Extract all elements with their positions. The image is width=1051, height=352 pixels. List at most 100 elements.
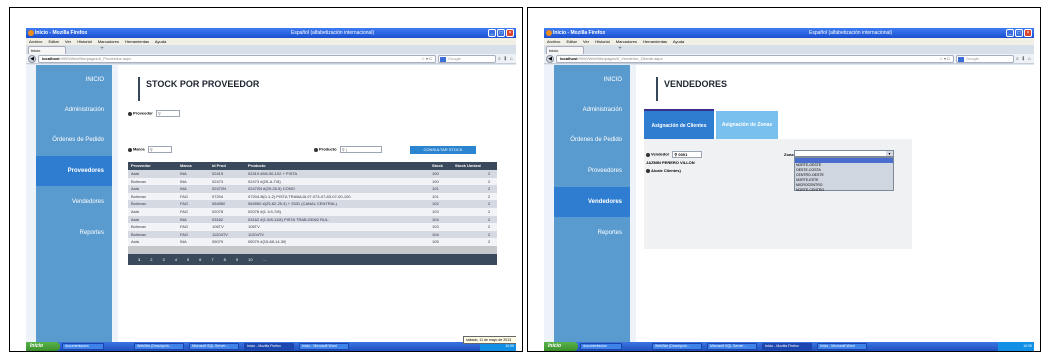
- minimize-button[interactable]: _: [1006, 29, 1014, 37]
- pager-page[interactable]: 6: [199, 257, 201, 262]
- sidebar-item-administracion[interactable]: Administración: [36, 95, 112, 125]
- table-row[interactable]: Bohman FAG 11204TV 11204TV 104 2: [128, 230, 497, 239]
- language-indicator[interactable]: Español (alfabetización internacional): [291, 28, 374, 38]
- task-word[interactable]: Inicio - Microsoft Word: [817, 343, 867, 350]
- table-row[interactable]: Bohman FAG 07204 07204-B(0-1-2) PISTA TRABA…: [128, 192, 497, 201]
- menu-editar[interactable]: Editar: [48, 39, 58, 44]
- new-tab-icon[interactable]: +: [616, 46, 624, 53]
- task-word[interactable]: Inicio - Microsoft Word: [299, 343, 349, 350]
- new-tab-icon[interactable]: +: [98, 46, 106, 53]
- vendedor-input[interactable]: ⚲ 0001: [672, 151, 703, 158]
- menu-ver[interactable]: Ver: [65, 39, 71, 44]
- close-button[interactable]: ×: [506, 29, 514, 37]
- menu-marcadores[interactable]: Marcadores: [616, 39, 637, 44]
- task-website[interactable]: WebSite (Descripció...: [652, 343, 702, 350]
- sidebar-item-inicio[interactable]: INICIO: [554, 65, 630, 95]
- table-row[interactable]: Asisi INA 02472N 02472N #(29-25.5) CONO 101 2: [128, 185, 497, 193]
- sidebar-item-proveedores[interactable]: Proveedores: [36, 156, 112, 186]
- menu-archivo[interactable]: Archivo: [547, 39, 560, 44]
- sidebar-item-vendedores[interactable]: Vendedores: [554, 187, 630, 217]
- pager-page[interactable]: 8: [224, 257, 226, 262]
- col-stock[interactable]: Stock: [432, 162, 443, 170]
- producto-radio[interactable]: [314, 147, 318, 152]
- menu-historial[interactable]: Historial: [77, 39, 91, 44]
- pager-page[interactable]: ...: [263, 257, 266, 262]
- url-bar[interactable]: localhost:9999/WebSite/pages/II_Vendedor…: [556, 55, 954, 63]
- search-input[interactable]: Google: [956, 55, 1014, 63]
- sidebar-item-vendedores[interactable]: Vendedores: [36, 187, 112, 217]
- task-sqlserver[interactable]: Microsoft SQL Server ...: [189, 343, 239, 350]
- tab-inicio[interactable]: Inicio: [546, 46, 584, 54]
- sidebar-item-administracion[interactable]: Administración: [554, 95, 630, 125]
- sidebar-item-inicio[interactable]: INICIO: [36, 65, 112, 95]
- marca-input[interactable]: ⚲: [147, 146, 172, 153]
- start-button[interactable]: Inicio: [544, 342, 578, 351]
- url-bar[interactable]: localhost:9999/WebSite/pages/II_Proveedo…: [38, 55, 436, 63]
- tab-asignacion-clientes[interactable]: Asignación de Clientes: [644, 109, 714, 139]
- proveedor-input[interactable]: ⚲: [155, 110, 180, 117]
- task-website[interactable]: WebSite (Descripció...: [134, 343, 184, 350]
- task-documentacion[interactable]: documentacion: [580, 343, 622, 350]
- table-row[interactable]: Asisi FAG 02078 02078 #(1 1/4-7/8) 103 2: [128, 207, 497, 216]
- table-row[interactable]: Asisi INA 02419 02419 #D8-90-102 + PISTA 100…: [128, 170, 497, 178]
- pager-page[interactable]: 7: [211, 257, 213, 262]
- col-marca[interactable]: Marca: [180, 162, 192, 170]
- col-proveedor[interactable]: Proveedor: [131, 162, 151, 170]
- task-firefox[interactable]: Inicio - Mozilla Firefox: [762, 343, 812, 350]
- proveedor-radio[interactable]: [128, 111, 132, 116]
- pager-page[interactable]: 1: [138, 257, 140, 262]
- menu-marcadores[interactable]: Marcadores: [98, 39, 119, 44]
- back-arrow-icon[interactable]: ◀: [28, 55, 36, 63]
- col-producto[interactable]: Producto: [248, 162, 266, 170]
- table-row[interactable]: Bohman FAG 064550 064550 #(25-62-25.4) + 33…: [128, 200, 497, 208]
- menu-ver[interactable]: Ver: [583, 39, 589, 44]
- maximize-button[interactable]: □: [497, 29, 505, 37]
- table-row[interactable]: Asisi INA 03162 03162 #(1.5/8-11/8) PISTA T…: [128, 215, 497, 224]
- reload-icon[interactable]: ☆ ▾ C: [421, 56, 432, 62]
- pager-page[interactable]: 5: [187, 257, 189, 262]
- table-row[interactable]: Bohman INA 02473 02473 #(25-A-T/8) 100 2: [128, 177, 497, 186]
- toolbar-icons[interactable]: ⌕⬇⌂: [1016, 55, 1034, 63]
- zona-select[interactable]: ▾: [794, 150, 894, 157]
- vendedor-radio[interactable]: [646, 152, 650, 157]
- marca-radio[interactable]: [128, 147, 132, 152]
- menu-ayuda[interactable]: Ayuda: [155, 39, 166, 44]
- alcance-radio[interactable]: [646, 168, 650, 173]
- col-idprod[interactable]: Id Prod: [212, 162, 226, 170]
- task-sqlserver[interactable]: Microsoft SQL Server ...: [707, 343, 757, 350]
- menu-herramientas[interactable]: Herramientas: [125, 39, 149, 44]
- task-documentacion[interactable]: documentacion: [62, 343, 104, 350]
- pager-page[interactable]: 3: [162, 257, 164, 262]
- chevron-down-icon[interactable]: ▾: [886, 151, 893, 156]
- pager-page[interactable]: 4: [175, 257, 177, 262]
- col-stock-umbral[interactable]: Stock Umbral: [455, 162, 481, 170]
- toolbar-icons[interactable]: ⌕⬇⌂: [498, 55, 516, 63]
- consultar-stock-button[interactable]: CONSULTAR STOCK: [410, 146, 476, 154]
- back-arrow-icon[interactable]: ◀: [546, 55, 554, 63]
- sidebar-item-reportes[interactable]: Reportes: [36, 218, 112, 248]
- tab-inicio[interactable]: Inicio: [28, 46, 66, 54]
- menu-ayuda[interactable]: Ayuda: [673, 39, 684, 44]
- sidebar-item-proveedores[interactable]: Proveedores: [554, 156, 630, 186]
- zona-option[interactable]: NORTE-CENTRO: [795, 188, 893, 193]
- menu-historial[interactable]: Historial: [595, 39, 609, 44]
- sidebar-item-reportes[interactable]: Reportes: [554, 218, 630, 248]
- tab-asignacion-zonas[interactable]: Asignación de Zonas: [716, 111, 778, 139]
- reload-icon[interactable]: ☆ ▾ C: [939, 56, 950, 62]
- minimize-button[interactable]: _: [488, 29, 496, 37]
- search-input[interactable]: Google: [438, 55, 496, 63]
- start-button[interactable]: Inicio: [26, 342, 60, 351]
- producto-input[interactable]: ⚲ |: [339, 146, 382, 153]
- menu-archivo[interactable]: Archivo: [29, 39, 42, 44]
- maximize-button[interactable]: □: [1015, 29, 1023, 37]
- pager-page[interactable]: 10: [248, 257, 252, 262]
- sidebar-item-ordenes[interactable]: Órdenes de Pedido: [554, 125, 630, 155]
- sidebar-item-ordenes[interactable]: Órdenes de Pedido: [36, 125, 112, 155]
- menu-herramientas[interactable]: Herramientas: [643, 39, 667, 44]
- pager-page[interactable]: 9: [236, 257, 238, 262]
- menu-editar[interactable]: Editar: [566, 39, 576, 44]
- table-row[interactable]: Asisi INA 05079 05079 #(15.88-14.30) 105 2: [128, 238, 497, 246]
- language-indicator[interactable]: Español (alfabetización internacional): [809, 28, 892, 38]
- table-row[interactable]: Bohman FAG 106TV 106TV 103 2: [128, 223, 497, 231]
- task-firefox[interactable]: Inicio - Mozilla Firefox: [244, 343, 294, 350]
